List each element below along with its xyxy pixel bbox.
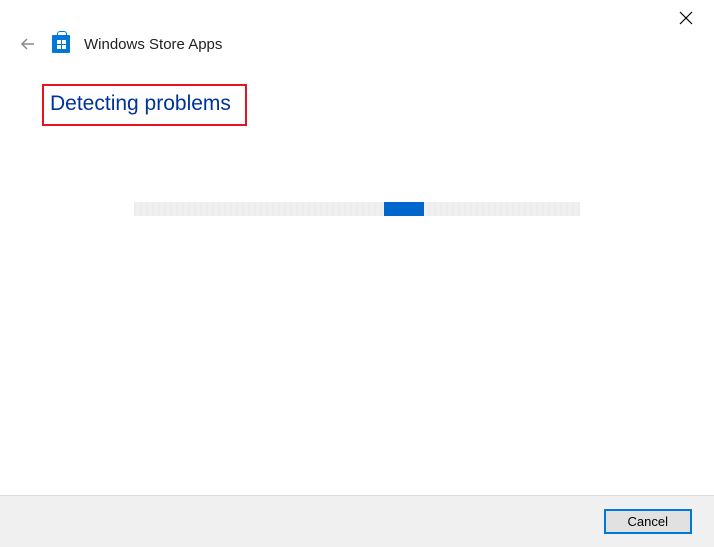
close-icon — [679, 11, 693, 25]
progress-indicator — [384, 202, 424, 216]
footer: Cancel — [0, 495, 714, 547]
titlebar — [0, 0, 714, 38]
window-title: Windows Store Apps — [84, 36, 222, 53]
progress-container — [48, 202, 666, 216]
close-button[interactable] — [676, 8, 696, 28]
header: Windows Store Apps — [0, 34, 714, 54]
cancel-button[interactable]: Cancel — [604, 509, 692, 534]
troubleshooter-window: Windows Store Apps Detecting problems Ca… — [0, 0, 714, 547]
back-button[interactable] — [18, 34, 38, 54]
windows-store-icon — [52, 35, 70, 53]
progress-bar — [134, 202, 580, 216]
status-heading: Detecting problems — [50, 92, 231, 116]
content-area: Detecting problems — [0, 54, 714, 495]
highlight-annotation: Detecting problems — [42, 84, 247, 126]
back-arrow-icon — [20, 36, 36, 52]
